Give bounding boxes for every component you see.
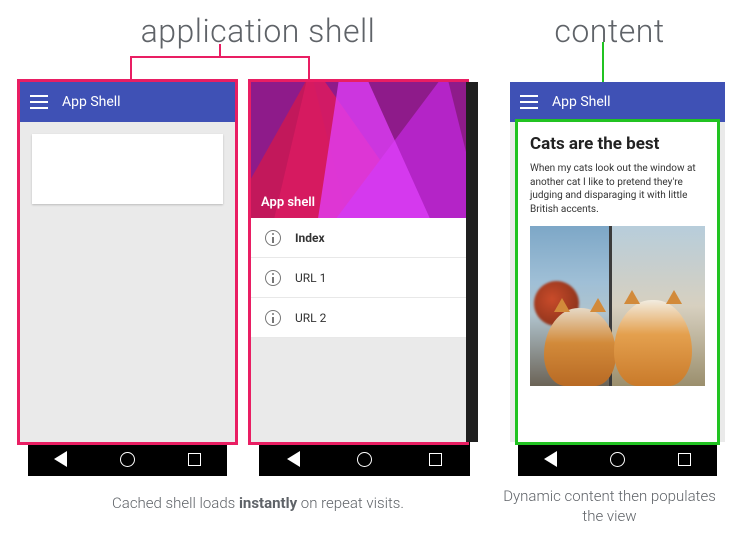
- android-navbar: [28, 442, 227, 476]
- appbar: App Shell: [510, 82, 725, 122]
- appbar-title: App Shell: [62, 94, 121, 110]
- appbar: App Shell: [20, 82, 235, 122]
- phone-content: App Shell Cats are the best When my cats…: [510, 82, 725, 476]
- list-item-label: URL 1: [295, 271, 326, 285]
- nav-back-icon[interactable]: [544, 451, 557, 467]
- article-photo: [530, 226, 705, 386]
- info-icon: [265, 270, 281, 286]
- nav-recent-icon[interactable]: [678, 453, 691, 466]
- connector-lines: [0, 56, 743, 82]
- list-item-index[interactable]: Index: [251, 218, 466, 258]
- nav-recent-icon[interactable]: [188, 453, 201, 466]
- article-title: Cats are the best: [530, 134, 705, 154]
- nav-back-icon[interactable]: [54, 451, 67, 467]
- hero-title: App shell: [261, 195, 315, 210]
- nav-home-icon[interactable]: [610, 452, 625, 467]
- phone-shell-list: App shell Index URL 1 URL 2: [251, 82, 478, 476]
- hero-banner: App shell: [251, 82, 466, 218]
- info-icon: [265, 230, 281, 246]
- nav-home-icon[interactable]: [120, 452, 135, 467]
- nav-back-icon[interactable]: [287, 451, 300, 467]
- hamburger-icon[interactable]: [30, 95, 48, 109]
- appbar-title: App Shell: [552, 94, 611, 110]
- info-icon: [265, 310, 281, 326]
- phones-row: App Shell App shell: [0, 82, 743, 476]
- hamburger-icon[interactable]: [520, 95, 538, 109]
- nav-recent-icon[interactable]: [429, 453, 442, 466]
- empty-card: [32, 134, 223, 204]
- label-application-shell: application shell: [20, 12, 496, 50]
- label-content: content: [496, 12, 723, 50]
- list-item-url1[interactable]: URL 1: [251, 258, 466, 298]
- list-item-label: URL 2: [295, 311, 326, 325]
- article-body: When my cats look out the window at anot…: [530, 162, 705, 216]
- nav-home-icon[interactable]: [357, 452, 372, 467]
- list-item-label: Index: [295, 231, 325, 245]
- diagram-labels: application shell content: [0, 0, 743, 56]
- phone-shell-empty: App Shell: [20, 82, 235, 476]
- connector-shell: [130, 56, 310, 82]
- caption-content: Dynamic content then populates the view: [496, 486, 723, 527]
- nav-list: Index URL 1 URL 2: [251, 218, 466, 338]
- android-navbar: [518, 442, 717, 476]
- list-item-url2[interactable]: URL 2: [251, 298, 466, 338]
- captions: Cached shell loads instantly on repeat v…: [0, 476, 743, 527]
- shell-body: [20, 122, 235, 442]
- content-card: Cats are the best When my cats look out …: [518, 122, 717, 442]
- connector-content: [602, 42, 604, 82]
- android-navbar: [259, 442, 470, 476]
- caption-shell: Cached shell loads instantly on repeat v…: [20, 486, 496, 527]
